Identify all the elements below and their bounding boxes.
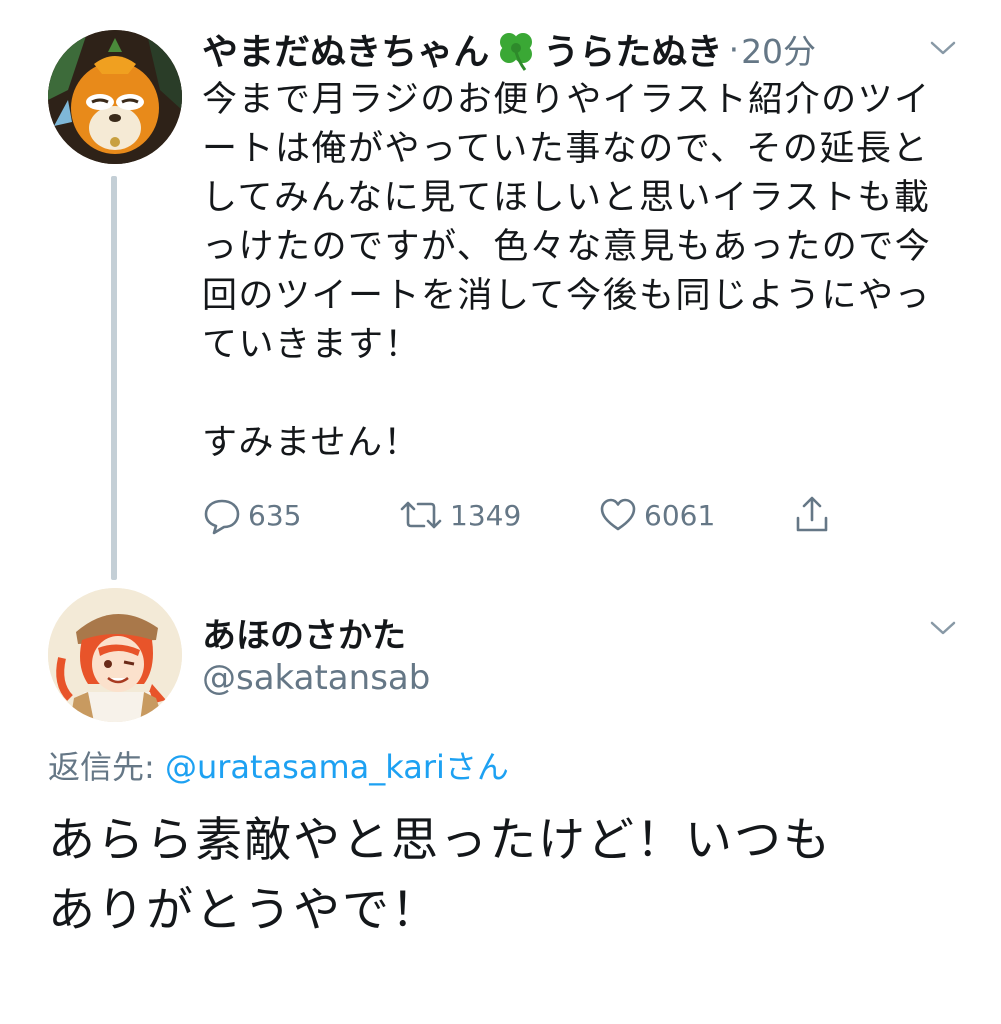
retweet-button[interactable]: 1349 bbox=[398, 492, 521, 538]
display-name[interactable]: あほのさかた bbox=[202, 608, 406, 657]
share-icon bbox=[796, 496, 828, 532]
tweet-2-text: あらら素敵やと思ったけど！いつも ありがとうやで！ bbox=[48, 806, 968, 946]
reply-button[interactable]: 635 bbox=[202, 492, 301, 538]
reply-label: 返信先: bbox=[48, 748, 165, 786]
four-leaf-clover-icon bbox=[493, 26, 539, 72]
reply-count: 635 bbox=[248, 498, 302, 532]
tweet-text-line: ありがとうやで！ bbox=[48, 883, 440, 938]
display-name-part1[interactable]: やまだぬきちゃん bbox=[202, 23, 489, 75]
avatar-sakatansab[interactable] bbox=[48, 588, 182, 722]
display-name-part2[interactable]: うらたぬき bbox=[543, 23, 722, 75]
heart-icon bbox=[600, 498, 636, 531]
retweet-icon bbox=[400, 501, 442, 529]
reply-mention-link[interactable]: @uratasama_kari bbox=[165, 748, 445, 786]
tweet-text-line: ートは俺がやっていた事なので、その延長と bbox=[202, 129, 929, 169]
reply-icon bbox=[204, 499, 240, 535]
reply-suffix: さん bbox=[444, 748, 509, 786]
tweet-text-line: 回のツイートを消して今後も同じようにやっ bbox=[202, 276, 931, 316]
user-handle[interactable]: @sakatansab bbox=[202, 658, 430, 698]
tweet-time[interactable]: 20分 bbox=[741, 25, 816, 73]
chevron-down-icon[interactable] bbox=[928, 38, 958, 58]
tweet-1-text: 今まで月ラジのお便りやイラスト紹介のツイ ートは俺がやっていた事なので、その延長… bbox=[202, 76, 942, 468]
tweet-1-header: やまだぬきちゃん うらたぬき · 20分 bbox=[202, 24, 816, 74]
tweet-text-line: っけたのですが、色々な意見もあったので今 bbox=[202, 227, 932, 267]
like-button[interactable]: 6061 bbox=[598, 492, 715, 538]
chevron-down-icon[interactable] bbox=[928, 618, 958, 638]
share-button[interactable] bbox=[792, 492, 832, 538]
avatar-image bbox=[48, 588, 182, 722]
tweet-1-actions: 635 1349 6061 bbox=[202, 492, 842, 538]
thread-line bbox=[111, 176, 117, 580]
avatar-yamadanuki[interactable] bbox=[48, 30, 182, 164]
tweet-text-line: ていきます！ bbox=[202, 325, 422, 365]
tweet-text-line: すみません！ bbox=[202, 423, 420, 463]
reply-to: 返信先: @uratasama_kariさん bbox=[48, 742, 509, 788]
like-count: 6061 bbox=[644, 498, 716, 532]
tweet-text-line: 今まで月ラジのお便りやイラスト紹介のツイ bbox=[202, 80, 931, 120]
tweet-text-line: してみんなに見てほしいと思いイラストも載 bbox=[202, 178, 931, 218]
time-separator: · bbox=[728, 29, 740, 69]
tweet-1[interactable]: やまだぬきちゃん うらたぬき · 20分 今まで月ラジのお便りやイラスト紹介のツ… bbox=[0, 0, 1001, 580]
tweet-text-line: あらら素敵やと思ったけど！いつも bbox=[48, 813, 832, 868]
avatar-image bbox=[48, 30, 182, 164]
retweet-count: 1349 bbox=[450, 498, 522, 532]
